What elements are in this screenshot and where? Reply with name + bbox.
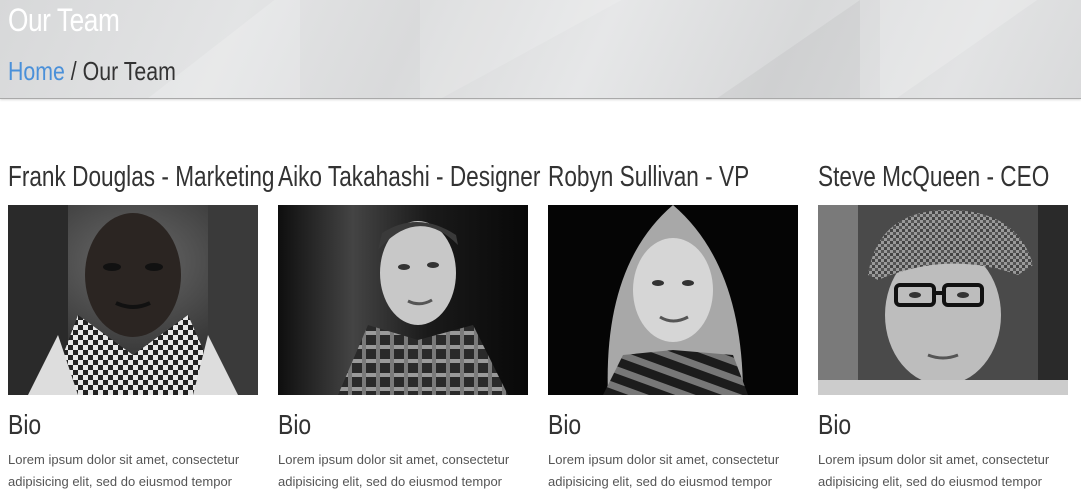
team-member-card: Frank Douglas - Marketing Bio Lorem ipsu… — [8, 158, 275, 493]
member-name: Aiko Takahashi - Designer — [278, 161, 541, 193]
bio-heading: Bio — [548, 409, 582, 440]
portrait-photo — [278, 205, 528, 395]
team-member-card: Robyn Sullivan - VP Bio Lorem ipsum dolo… — [548, 158, 798, 493]
breadcrumb-current: Our Team — [82, 56, 176, 86]
portrait-photo — [548, 205, 798, 395]
member-name: Robyn Sullivan - VP — [548, 161, 750, 193]
member-photo — [818, 205, 1068, 395]
portrait-photo — [8, 205, 258, 395]
portrait-photo — [818, 205, 1068, 395]
bio-text: Lorem ipsum dolor sit amet, consectetur … — [278, 452, 510, 489]
bio-heading: Bio — [818, 409, 852, 440]
header-pattern — [420, 0, 640, 98]
member-photo — [8, 205, 258, 395]
bio-text: Lorem ipsum dolor sit amet, consectetur … — [818, 452, 1050, 489]
bio-heading: Bio — [278, 409, 312, 440]
member-photo — [278, 205, 528, 395]
member-name: Frank Douglas - Marketing — [8, 161, 275, 193]
page-header: Our Team Home / Our Team — [0, 0, 1081, 99]
team-member-card: Steve McQueen - CEO Bio Lorem ipsum dolo… — [818, 158, 1068, 493]
team-grid: Frank Douglas - Marketing Bio Lorem ipsu… — [8, 158, 1068, 493]
bio-heading: Bio — [8, 409, 42, 440]
member-name: Steve McQueen - CEO — [818, 161, 1050, 193]
breadcrumb-separator: / — [70, 56, 77, 86]
header-pattern — [700, 0, 860, 98]
bio-text: Lorem ipsum dolor sit amet, consectetur … — [8, 452, 240, 489]
breadcrumb-home-link[interactable]: Home — [8, 56, 65, 86]
page-title: Our Team — [8, 2, 120, 38]
member-photo — [548, 205, 798, 395]
breadcrumb: Home / Our Team — [8, 56, 176, 87]
team-member-card: Aiko Takahashi - Designer Bio Lorem ipsu… — [278, 158, 541, 493]
bio-text: Lorem ipsum dolor sit amet, consectetur … — [548, 452, 780, 489]
header-pattern — [880, 0, 1080, 98]
